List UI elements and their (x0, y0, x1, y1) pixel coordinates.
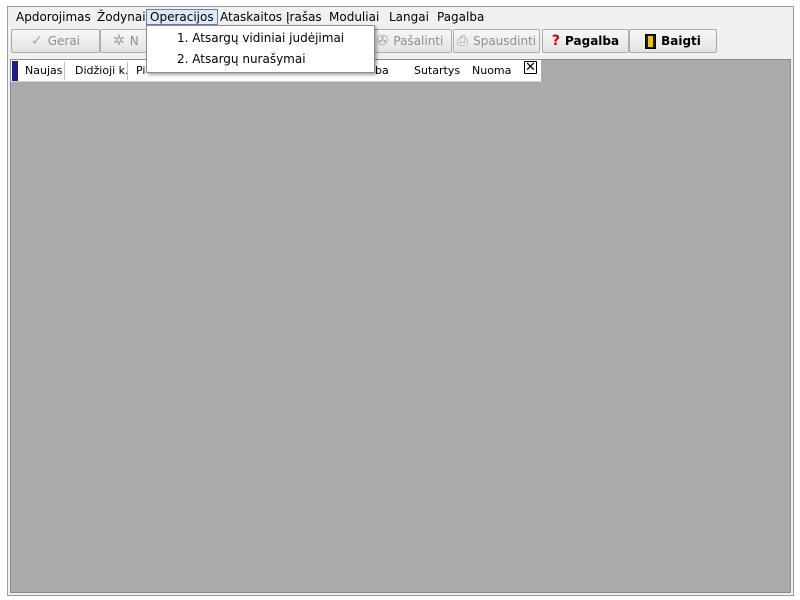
delete-icon: ✇ (376, 33, 389, 49)
menu-langai[interactable]: Langai (386, 9, 432, 25)
spausdinti-button[interactable]: ⎙ Spausdinti (453, 29, 540, 53)
printer-icon: ⎙ (456, 33, 469, 49)
menu-ataskaitos[interactable]: Ataskaitos (217, 9, 285, 25)
menu-moduliai[interactable]: Moduliai (326, 9, 382, 25)
close-icon[interactable]: ✕ (524, 61, 537, 74)
strip-separator (127, 62, 128, 80)
menu-bar: Apdorojimas Žodynai Operacijos Ataskaito… (8, 7, 793, 26)
naujas-button[interactable]: ✲ N (100, 29, 150, 53)
strip-nuoma[interactable]: Nuoma (470, 63, 513, 79)
strip-ba[interactable]: ba (373, 63, 391, 79)
checkmark-icon: ✓ (30, 33, 43, 49)
pasalinti-button[interactable]: ✇ Pašalinti (368, 29, 452, 53)
menu-irasas[interactable]: Įrašas (283, 9, 325, 25)
help-icon: ? (551, 33, 561, 49)
dropdown-item-vidiniai-judejimai[interactable]: 1. Atsargų vidiniai judėjimai (177, 28, 344, 48)
menu-pagalba[interactable]: Pagalba (434, 9, 487, 25)
spausdinti-label: Spausdinti (473, 34, 537, 48)
strip-sutartys[interactable]: Sutartys (412, 63, 462, 79)
baigti-button[interactable]: Baigti (629, 29, 717, 53)
gerai-label: Gerai (47, 34, 81, 48)
gerai-button[interactable]: ✓ Gerai (11, 29, 100, 53)
exit-door-icon (645, 33, 657, 49)
naujas-label: N (129, 34, 139, 48)
star-icon: ✲ (113, 33, 125, 49)
baigti-label: Baigti (661, 34, 701, 48)
main-window: Apdorojimas Žodynai Operacijos Ataskaito… (7, 6, 794, 596)
strip-separator (64, 62, 65, 80)
menu-apdorojimas[interactable]: Apdorojimas (13, 9, 94, 25)
pagalba-label: Pagalba (565, 34, 620, 48)
active-window-marker (12, 61, 18, 81)
strip-didzioji[interactable]: Didžioji k. (73, 63, 131, 79)
pasalinti-label: Pašalinti (393, 34, 444, 48)
mdi-workspace: Naujas Didžioji k. Pi ba Sutartys Nuoma … (10, 59, 791, 593)
menu-zodynai[interactable]: Žodynai (94, 9, 149, 25)
operacijos-dropdown: 1. Atsargų vidiniai judėjimai 2. Atsargų… (146, 25, 375, 73)
menu-operacijos[interactable]: Operacijos (146, 9, 218, 25)
pagalba-button[interactable]: ? Pagalba (542, 29, 629, 53)
toolbar: ✓ Gerai ✲ N ✇ Pašalinti ⎙ Spausdinti ? P… (8, 27, 793, 57)
dropdown-item-nurasymai[interactable]: 2. Atsargų nurašymai (177, 49, 306, 69)
strip-naujas[interactable]: Naujas (23, 63, 64, 79)
